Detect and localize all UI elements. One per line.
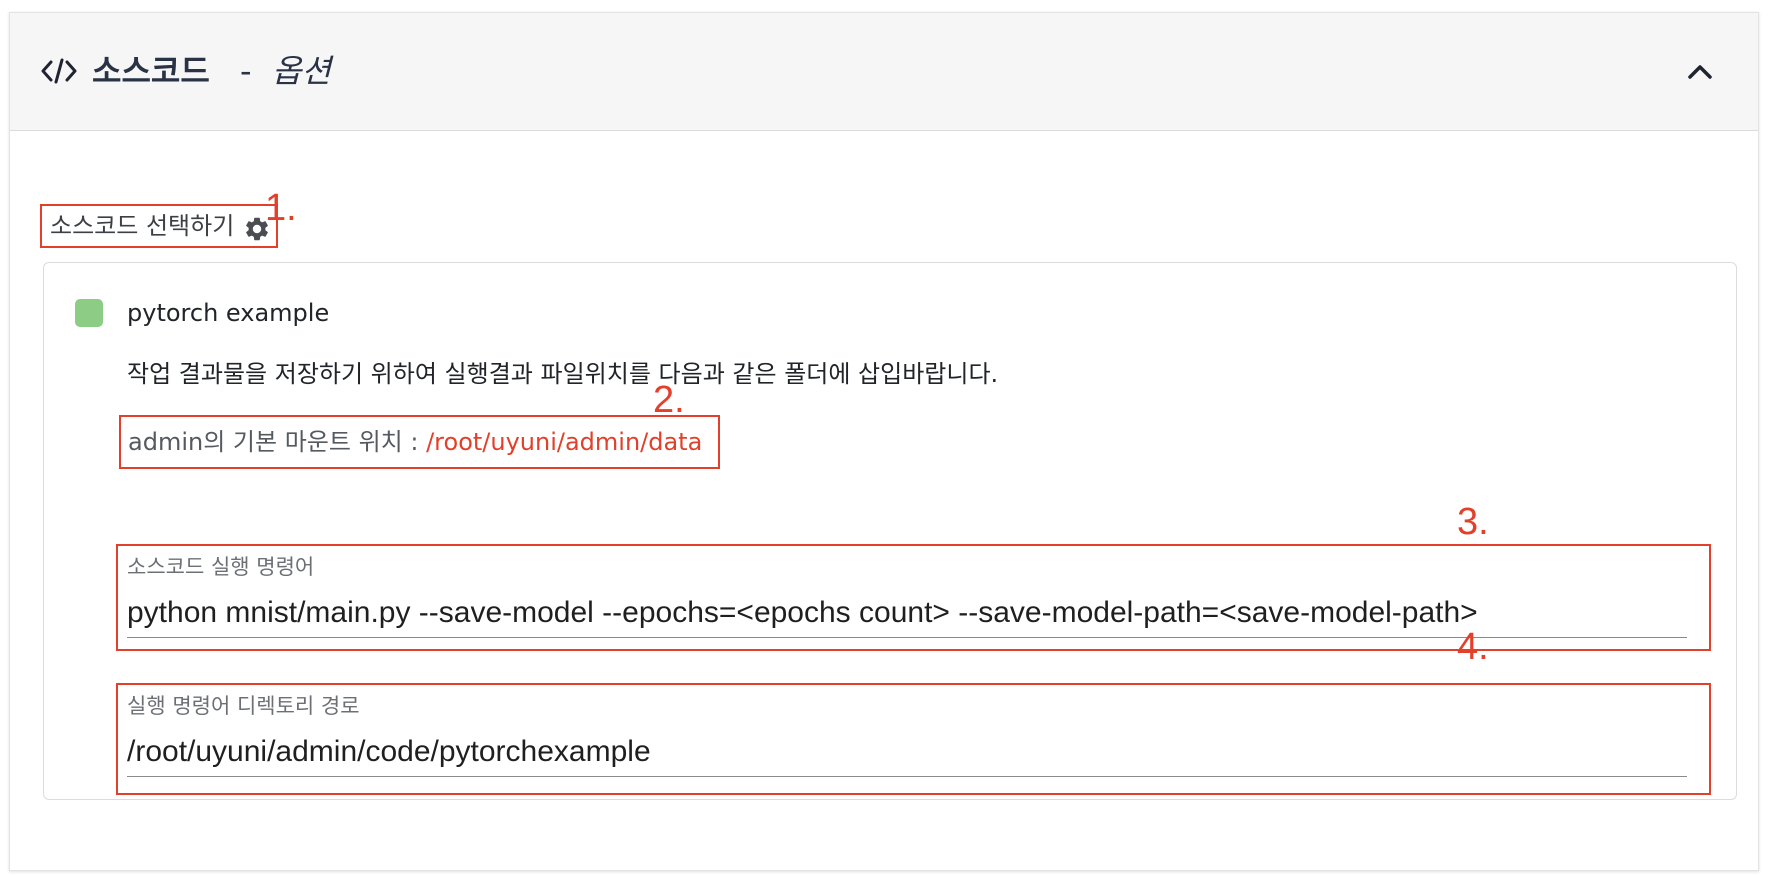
panel-title: 소스코드 xyxy=(92,52,210,90)
mount-path: /root/uyuni/admin/data xyxy=(426,428,703,456)
annotation-2: 2. xyxy=(653,379,685,421)
source-select-label: 소스코드 선택하기 xyxy=(50,212,235,240)
code-icon xyxy=(41,58,77,84)
annotation-4: 4. xyxy=(1457,626,1489,668)
annotation-1: 1. xyxy=(265,187,297,229)
mount-location-group: admin의 기본 마운트 위치 : /root/uyuni/admin/dat… xyxy=(119,415,720,469)
mount-location-text: admin의 기본 마운트 위치 : /root/uyuni/admin/dat… xyxy=(128,426,702,458)
optional-label: 옵션 xyxy=(272,52,331,90)
directory-field-group: 실행 명령어 디렉토리 경로 xyxy=(116,683,1711,795)
source-description: 작업 결과물을 저장하기 위하여 실행결과 파일위치를 다음과 같은 폴더에 삽… xyxy=(127,360,999,388)
source-name: pytorch example xyxy=(127,299,330,327)
command-field-label: 소스코드 실행 명령어 xyxy=(127,555,315,579)
directory-field-label: 실행 명령어 디렉토리 경로 xyxy=(127,694,360,718)
title-separator: - xyxy=(240,52,252,90)
source-select-label-group: 소스코드 선택하기 xyxy=(40,204,278,248)
mount-location-label: admin의 기본 마운트 위치 : xyxy=(128,428,427,456)
annotation-3: 3. xyxy=(1457,501,1489,543)
panel-header[interactable]: 소스코드 - 옵션 xyxy=(10,13,1758,131)
chevron-up-icon[interactable] xyxy=(1680,57,1720,87)
command-input[interactable] xyxy=(127,588,1687,638)
directory-input[interactable] xyxy=(127,727,1687,777)
source-code-panel: 소스코드 - 옵션 소스코드 선택하기 1. pytorch example 작… xyxy=(9,12,1759,871)
source-status-indicator[interactable] xyxy=(75,299,103,327)
